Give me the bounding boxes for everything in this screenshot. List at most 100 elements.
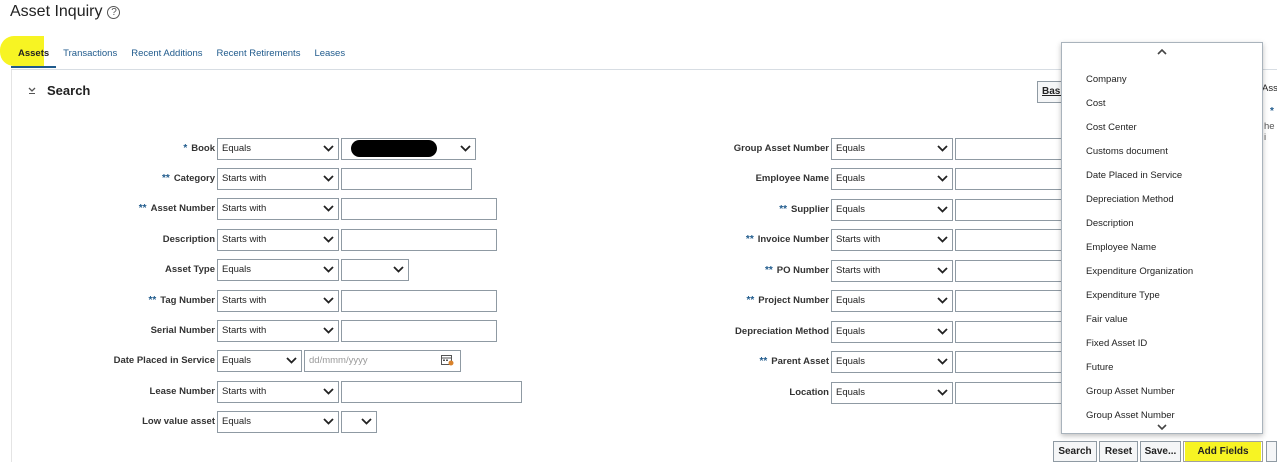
- depreciation-method-input[interactable]: [955, 321, 1065, 343]
- group-asset-number-label: Group Asset Number: [733, 143, 829, 154]
- menu-item[interactable]: Depreciation Method: [1086, 192, 1174, 208]
- tab-transactions[interactable]: Transactions: [56, 46, 124, 68]
- save-button[interactable]: Save...: [1140, 441, 1181, 462]
- project-number-input[interactable]: [955, 290, 1065, 312]
- tab-leases[interactable]: Leases: [307, 46, 352, 68]
- asset-number-label-text: Asset Number: [150, 203, 215, 214]
- invoice-number-operator-select[interactable]: Starts with: [831, 229, 953, 251]
- tab-assets[interactable]: Assets: [11, 46, 57, 68]
- low-value-asset-operator-select[interactable]: Equals: [217, 411, 339, 433]
- chevron-down-icon: [323, 236, 334, 243]
- low-value-asset-label: Low value asset: [142, 416, 215, 427]
- low-value-asset-value-select[interactable]: [341, 411, 377, 433]
- asset-type-operator-select[interactable]: Equals: [217, 259, 339, 281]
- required-marker: **: [138, 203, 147, 214]
- book-label: * Book: [100, 138, 215, 160]
- reset-button[interactable]: Reset: [1099, 441, 1138, 462]
- add-fields-button[interactable]: Add Fields: [1183, 441, 1263, 462]
- chevron-down-icon: [323, 327, 334, 334]
- chevron-down-icon: [361, 418, 372, 425]
- calendar-icon[interactable]: [441, 354, 454, 366]
- po-number-operator-select[interactable]: Starts with: [831, 260, 953, 282]
- asset-type-label: Asset Type: [165, 264, 215, 275]
- chevron-down-icon: [323, 205, 334, 212]
- supplier-operator-select[interactable]: Equals: [831, 199, 953, 221]
- asset-number-operator-select[interactable]: Starts with: [217, 198, 339, 220]
- menu-item[interactable]: Date Placed in Service: [1086, 168, 1182, 184]
- menu-item[interactable]: Expenditure Type: [1086, 288, 1160, 304]
- parent-asset-operator-select[interactable]: Equals: [831, 351, 953, 373]
- menu-item[interactable]: Employee Name: [1086, 240, 1156, 256]
- required-marker: **: [745, 234, 754, 245]
- menu-item[interactable]: Company: [1086, 72, 1127, 88]
- lease-number-input[interactable]: [341, 381, 522, 403]
- help-icon[interactable]: ?: [107, 6, 121, 19]
- clipped-button-text[interactable]: Asse: [1262, 83, 1277, 94]
- lease-number-operator-select[interactable]: Starts with: [217, 381, 339, 403]
- menu-item[interactable]: Fair value: [1086, 312, 1128, 328]
- chevron-down-icon: [937, 236, 948, 243]
- date-placed-input[interactable]: dd/mmm/yyyy: [304, 350, 461, 372]
- po-number-label: ** PO Number: [680, 260, 829, 282]
- serial-number-operator-select[interactable]: Starts with: [217, 320, 339, 342]
- clipped-button[interactable]: [1266, 441, 1277, 462]
- scroll-up-icon[interactable]: [1156, 47, 1168, 57]
- menu-item[interactable]: Description: [1086, 216, 1134, 232]
- chevron-down-icon: [286, 357, 297, 364]
- scroll-down-icon[interactable]: [1156, 422, 1168, 432]
- project-number-operator-select[interactable]: Equals: [831, 290, 953, 312]
- chevron-down-icon: [460, 145, 471, 152]
- tag-number-operator-select[interactable]: Starts with: [217, 290, 339, 312]
- parent-asset-input[interactable]: [955, 351, 1065, 373]
- category-input[interactable]: [341, 168, 472, 190]
- location-operator-select[interactable]: Equals: [831, 382, 953, 404]
- menu-item[interactable]: Cost: [1086, 96, 1106, 112]
- description-operator-select[interactable]: Starts with: [217, 229, 339, 251]
- po-number-input[interactable]: [955, 260, 1065, 282]
- basic-button[interactable]: Basic: [1037, 81, 1063, 103]
- description-input[interactable]: [341, 229, 497, 251]
- project-number-label: ** Project Number: [680, 290, 829, 312]
- asset-type-value-select[interactable]: [341, 259, 409, 281]
- supplier-label: ** Supplier: [680, 199, 829, 221]
- asset-number-input[interactable]: [341, 198, 497, 220]
- page-title: Asset Inquiry?: [10, 3, 121, 21]
- depreciation-method-operator-value: Equals: [836, 326, 866, 337]
- tab-recent-retirements[interactable]: Recent Retirements: [210, 46, 308, 68]
- depreciation-method-operator-select[interactable]: Equals: [831, 321, 953, 343]
- location-input[interactable]: [955, 382, 1065, 404]
- chevron-down-icon: [937, 328, 948, 335]
- search-button[interactable]: Search: [1053, 441, 1097, 462]
- tag-number-input[interactable]: [341, 290, 497, 312]
- tag-number-label: ** Tag Number: [100, 290, 215, 312]
- date-placed-operator-select[interactable]: Equals: [217, 350, 302, 372]
- supplier-input[interactable]: [955, 199, 1065, 221]
- employee-name-input[interactable]: [955, 168, 1065, 190]
- group-asset-number-operator-select[interactable]: Equals: [831, 138, 953, 160]
- menu-item[interactable]: Cost Center: [1086, 120, 1137, 136]
- date-placeholder: dd/mmm/yyyy: [309, 355, 368, 366]
- invoice-number-label: ** Invoice Number: [680, 229, 829, 251]
- invoice-number-input[interactable]: [955, 229, 1065, 251]
- required-marker: *: [1270, 106, 1274, 117]
- book-operator-select[interactable]: Equals: [217, 138, 339, 160]
- asset-number-label: ** Asset Number: [100, 198, 215, 220]
- serial-number-label: Serial Number: [150, 325, 215, 336]
- serial-number-input[interactable]: [341, 320, 497, 342]
- group-asset-number-input[interactable]: [955, 138, 1065, 160]
- menu-item[interactable]: Expenditure Organization: [1086, 264, 1193, 280]
- supplier-operator-value: Equals: [836, 204, 866, 215]
- category-operator-select[interactable]: Starts with: [217, 168, 339, 190]
- asset-type-operator-value: Equals: [222, 264, 252, 275]
- menu-item[interactable]: Customs document: [1086, 144, 1168, 160]
- collapse-icon[interactable]: [27, 85, 37, 95]
- tab-recent-additions[interactable]: Recent Additions: [124, 46, 209, 68]
- chevron-down-icon: [323, 388, 334, 395]
- chevron-down-icon: [323, 297, 334, 304]
- employee-name-operator-select[interactable]: Equals: [831, 168, 953, 190]
- menu-item[interactable]: Future: [1086, 360, 1113, 376]
- book-operator-value: Equals: [222, 143, 252, 154]
- menu-item[interactable]: Group Asset Number: [1086, 384, 1175, 400]
- menu-item[interactable]: Fixed Asset ID: [1086, 336, 1147, 352]
- lease-number-operator-value: Starts with: [222, 386, 267, 397]
